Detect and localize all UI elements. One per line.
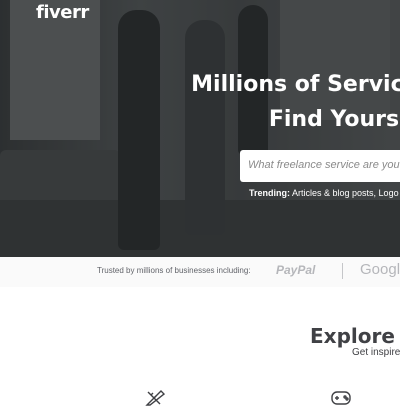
pen-ruler-icon[interactable] xyxy=(144,386,166,406)
hero-section: fiverr Millions of Services, Find Yours … xyxy=(0,0,400,257)
explore-title: Explore T xyxy=(310,324,400,348)
hero-title-line2: Find Yours in xyxy=(268,107,400,132)
search-placeholder: What freelance service are you l xyxy=(248,159,400,171)
fiverr-logo[interactable]: fiverr xyxy=(36,2,89,23)
trusted-by-bar: Trusted by millions of businesses includ… xyxy=(0,257,400,287)
paypal-logo: PayPal xyxy=(276,263,316,277)
search-input[interactable]: What freelance service are you l xyxy=(240,150,400,182)
trending-links[interactable]: Articles & blog posts, Logo de xyxy=(292,188,400,198)
gamepad-icon[interactable] xyxy=(330,386,352,406)
trending-row: Trending: Articles & blog posts, Logo de xyxy=(249,188,400,198)
trending-label: Trending: xyxy=(249,188,290,198)
explore-subtitle: Get inspire xyxy=(352,347,400,358)
hero-title-line1: Millions of Services, xyxy=(191,72,400,97)
google-logo: Googl xyxy=(360,261,400,278)
divider xyxy=(342,263,343,279)
trusted-text: Trusted by millions of businesses includ… xyxy=(97,266,251,275)
